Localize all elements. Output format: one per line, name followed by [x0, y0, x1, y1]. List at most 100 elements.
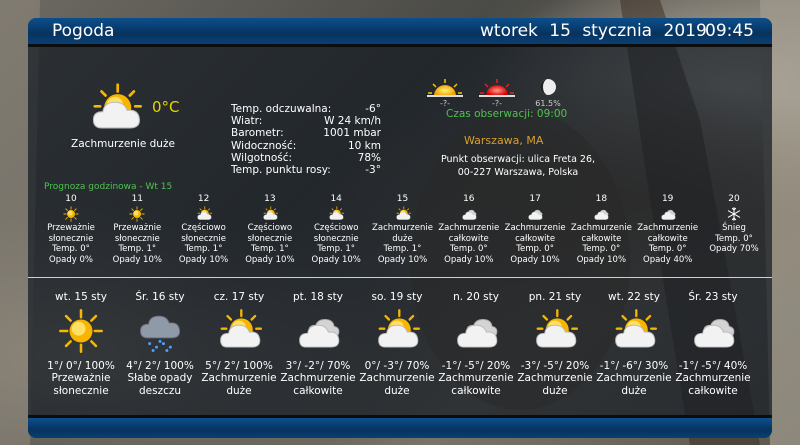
hourly-item: 14 Częściowo słonecznie Temp. 1° Opady 1…	[302, 194, 370, 265]
detail-value: 10 km	[347, 139, 381, 152]
hourly-condition-1: Częściowo	[313, 223, 359, 233]
hourly-item: 16 Zachmurzenie całkowite Temp. 0° Opady…	[435, 194, 503, 265]
detail-row: Temp. odczuwalna: -6°	[231, 103, 381, 115]
hourly-condition-2: słonecznie	[181, 233, 226, 244]
daily-condition-1: Zachmurzenie	[438, 372, 514, 384]
daily-day: so. 19 sty	[371, 291, 423, 303]
sunrise-icon	[425, 78, 465, 98]
sun-icon	[103, 206, 171, 222]
hourly-forecast-title: Prognoza godzinowa - Wt 15	[44, 182, 173, 192]
detail-value: W 24 km/h	[324, 115, 381, 128]
daily-condition-1: Słabe opady	[127, 372, 193, 384]
daily-condition-2: duże	[542, 384, 568, 397]
hourly-hour: 16	[463, 194, 475, 204]
weather-panel: Pogoda wtorek 15 stycznia 2019 09:45 0°C…	[28, 18, 772, 438]
hourly-temp: Temp. 1°	[184, 244, 223, 254]
hourly-condition-1: Zachmurzenie	[504, 223, 566, 233]
cloud-icon	[674, 308, 752, 354]
hourly-precip: Opady 0%	[49, 254, 93, 265]
hourly-temp: Temp. 0°	[52, 244, 90, 254]
hourly-temp: Temp. 1°	[317, 244, 356, 254]
hourly-temp: Temp. 0°	[449, 244, 488, 254]
hourly-item: 20 Śnieg Temp. 0° Opady 70%	[700, 194, 768, 255]
cloud-icon	[435, 206, 503, 222]
hourly-item: 11 Przeważnie słonecznie Temp. 1° Opady …	[103, 194, 171, 265]
daily-item: n. 20 sty -1°/ -5°/ 20% Zachmurzenie cał…	[437, 291, 515, 397]
header-time: 09:45	[705, 21, 754, 41]
app-title: Pogoda	[52, 21, 115, 41]
detail-value: -3°	[365, 164, 381, 177]
cloud-icon	[501, 206, 569, 222]
hourly-item: 19 Zachmurzenie całkowite Temp. 0° Opady…	[634, 194, 702, 265]
daily-temps: 4°/ 2°/ 100%	[126, 359, 194, 372]
hourly-temp: Temp. 0°	[516, 244, 554, 254]
daily-item: Śr. 23 sty -1°/ -5°/ 40% Zachmurzenie ca…	[674, 291, 752, 397]
hourly-condition-2: całkowite	[647, 233, 688, 244]
hourly-precip: Opady 70%	[709, 244, 759, 254]
daily-condition-2: duże	[621, 384, 647, 397]
hourly-hour: 11	[131, 194, 144, 204]
detail-value: 1001 mbar	[323, 127, 381, 140]
detail-label: Barometr:	[231, 127, 284, 140]
hourly-hour: 15	[396, 194, 409, 204]
hourly-precip: Opady 10%	[245, 254, 295, 265]
daily-condition-1: Zachmurzenie	[201, 372, 277, 384]
sun-cloud-icon	[358, 308, 436, 354]
hourly-precip: Opady 10%	[311, 254, 361, 265]
snowflake-icon	[700, 206, 768, 222]
hourly-condition-2: słonecznie	[247, 233, 293, 244]
hourly-hour: 17	[529, 194, 541, 204]
daily-day: wt. 15 sty	[55, 291, 107, 303]
daily-temps: 3°/ -2°/ 70%	[285, 359, 351, 372]
sunrise-value: -?-	[439, 99, 451, 108]
sun-cloud-icon	[170, 206, 238, 222]
sun-cloud-icon	[516, 308, 594, 354]
daily-condition-2: duże	[226, 384, 252, 397]
hourly-item: 17 Zachmurzenie całkowite Temp. 0° Opady…	[501, 194, 569, 265]
daily-day: cz. 17 sty	[213, 291, 265, 303]
hourly-precip: Opady 10%	[112, 254, 162, 265]
sun-cloud-icon	[595, 308, 673, 354]
header-date: wtorek 15 stycznia 2019	[480, 21, 707, 41]
hourly-condition-2: całkowite	[448, 233, 489, 244]
hourly-temp: Temp. 1°	[383, 244, 422, 254]
daily-item: wt. 22 sty -1°/ -6°/ 30% Zachmurzenie du…	[595, 291, 673, 397]
footer-bar	[28, 418, 772, 438]
hourly-condition-1: Częściowo	[247, 223, 293, 233]
station-line-1: Punkt obserwacji: ulica Freta 26,	[440, 154, 596, 165]
hourly-hour: 12	[197, 194, 210, 204]
current-details: Temp. odczuwalna: -6° Wiatr: W 24 km/h Barom…	[231, 103, 381, 176]
hourly-temp: Temp. 1°	[251, 244, 289, 254]
hourly-item: 15 Zachmurzenie duże Temp. 1° Opady 10%	[369, 194, 437, 265]
hourly-condition-2: słonecznie	[48, 233, 94, 244]
detail-label: Temp. punktu rosy:	[231, 164, 331, 177]
header-bar: Pogoda wtorek 15 stycznia 2019 09:45	[28, 18, 772, 44]
sun-cloud-icon	[200, 308, 278, 354]
hourly-condition-1: Zachmurzenie	[438, 223, 500, 233]
daily-temps: -1°/ -5°/ 20%	[441, 359, 511, 372]
moon-illumination: 61.5%	[535, 99, 561, 108]
daily-day: n. 20 sty	[453, 291, 499, 303]
daily-temps: -1°/ -6°/ 30%	[599, 359, 669, 372]
daily-item: cz. 17 sty 5°/ 2°/ 100% Zachmurzenie duż…	[200, 291, 278, 397]
daily-day: Śr. 23 sty	[688, 291, 738, 303]
rain-cloud-icon	[121, 308, 199, 354]
sun-cloud-icon	[302, 206, 370, 222]
hourly-condition-1: Śnieg	[722, 223, 746, 233]
hourly-condition-1: Zachmurzenie	[372, 223, 433, 233]
sunset-value: -?-	[491, 99, 503, 108]
hourly-precip: Opady 10%	[377, 254, 428, 265]
section-divider	[28, 277, 772, 278]
sunset-icon	[477, 78, 517, 98]
sun-cloud-icon	[236, 206, 304, 222]
moon-phase-icon	[539, 78, 557, 96]
detail-label: Wiatr:	[231, 115, 263, 128]
daily-day: Śr. 16 sty	[135, 291, 185, 303]
hourly-temp: Temp. 1°	[118, 244, 157, 254]
detail-row: Wilgotność: 78%	[231, 152, 381, 164]
daily-temps: 1°/ 0°/ 100%	[47, 359, 115, 372]
sun-cloud-icon	[369, 206, 437, 222]
daily-day: pn. 21 sty	[528, 291, 582, 303]
hourly-temp: Temp. 0°	[582, 244, 621, 254]
hourly-precip: Opady 40%	[643, 254, 693, 265]
